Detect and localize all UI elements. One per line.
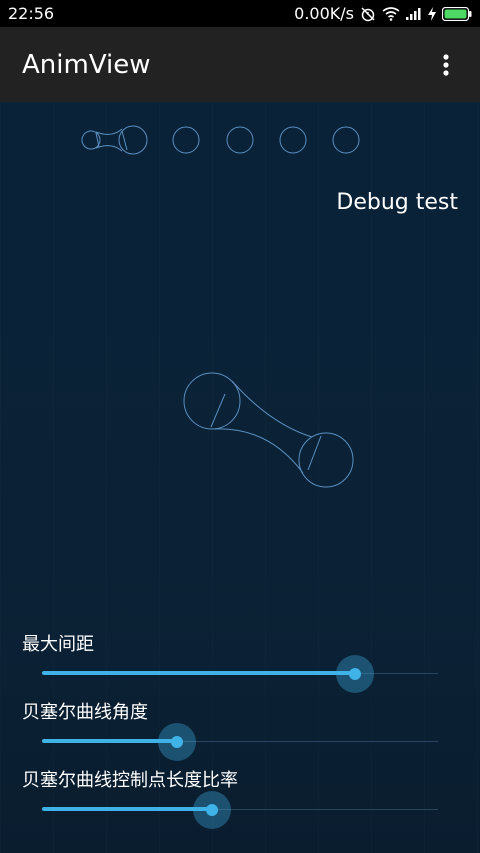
slider-thumb[interactable] <box>348 668 361 680</box>
slider-fill <box>42 739 177 743</box>
control-point-ratio-slider[interactable] <box>42 790 438 830</box>
slider-thumb[interactable] <box>170 736 183 748</box>
bezier-angle-slider[interactable] <box>42 722 438 762</box>
status-icons: 0.00K/s <box>294 4 472 23</box>
more-vert-icon <box>443 53 449 76</box>
wifi-icon <box>382 6 400 21</box>
slider-label-bezier-angle: 贝塞尔曲线角度 <box>22 702 148 723</box>
slider-fill <box>42 671 355 675</box>
status-time: 22:56 <box>8 4 55 23</box>
overflow-menu-button[interactable] <box>434 45 458 85</box>
slider-label-control-ratio: 贝塞尔曲线控制点长度比率 <box>22 770 238 791</box>
bezier-blob-preview <box>183 372 354 488</box>
status-bar: 22:56 0.00K/s <box>0 0 480 27</box>
app-title: AnimView <box>22 49 151 80</box>
network-speed: 0.00K/s <box>294 4 354 23</box>
slider-label-max-distance: 最大间距 <box>22 634 94 655</box>
max-distance-slider[interactable] <box>42 654 438 694</box>
charging-icon <box>428 6 436 21</box>
signal-icon <box>406 7 421 20</box>
battery-icon <box>442 6 472 21</box>
anim-view-canvas[interactable]: Debug test 最大间距 贝塞尔曲线角度 贝塞尔曲线控制点长度比率 <box>0 102 480 853</box>
alarm-off-icon <box>361 6 375 21</box>
slider-fill <box>42 807 213 811</box>
app-bar: AnimView <box>0 27 480 102</box>
